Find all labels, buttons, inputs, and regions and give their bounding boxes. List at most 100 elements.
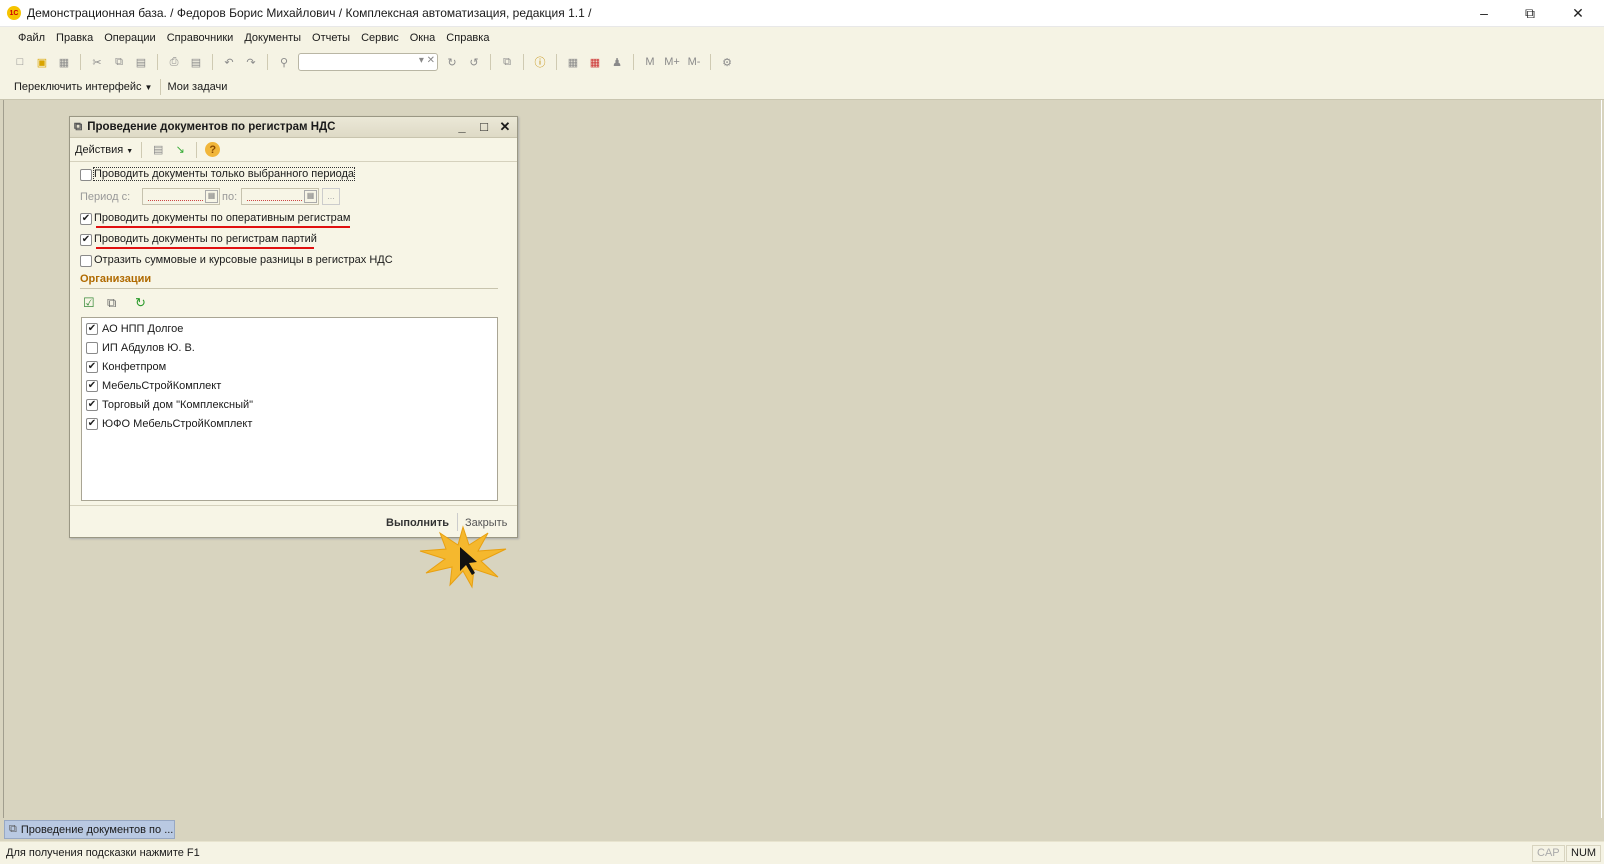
actions-label: Действия <box>75 143 124 156</box>
calendar-icon[interactable]: ▦ <box>587 54 603 70</box>
organizations-list[interactable]: ✔ АО НПП Долгое ИП Абдулов Ю. В. ✔ Конфетп… <box>81 317 498 501</box>
clear-search-icon[interactable]: ▾ ✕ <box>419 55 435 66</box>
copy-icon[interactable]: ⧉ <box>111 54 127 70</box>
dialog-form-icon: ⧉ <box>74 120 83 133</box>
menu-references[interactable]: Справочники <box>167 32 234 44</box>
period-to-input[interactable]: ▦ <box>241 188 319 205</box>
menu-reports[interactable]: Отчеты <box>312 32 350 44</box>
organization-name: МебельСтройКомплект <box>102 380 222 392</box>
period-from-input[interactable]: ▦ <box>142 188 220 205</box>
list-item[interactable]: ✔ Торговый дом "Комплексный" <box>86 396 253 414</box>
batch-registers-label[interactable]: Проводить документы по регистрам партий <box>94 233 317 245</box>
close-window-button[interactable]: ✕ <box>1556 2 1600 24</box>
open-icon[interactable]: ▣ <box>34 54 50 70</box>
organization-name: АО НПП Долгое <box>102 323 184 335</box>
search-next-icon[interactable]: ↻ <box>444 54 460 70</box>
separator <box>196 141 198 158</box>
calendar-icon[interactable]: ▦ <box>304 190 317 203</box>
dialog-titlebar[interactable]: ⧉ Проведение документов по регистрам НДС… <box>70 117 517 138</box>
calculator-icon[interactable]: ▦ <box>565 54 581 70</box>
check-all-icon[interactable]: ☑ <box>83 295 95 311</box>
divider <box>70 505 517 506</box>
separator <box>212 54 213 70</box>
menu-documents[interactable]: Документы <box>244 32 301 44</box>
uncheck-all-icon[interactable]: ⧉ <box>107 295 116 311</box>
info-icon[interactable]: ⓘ <box>532 54 548 70</box>
minimize-button[interactable]: – <box>1462 2 1506 24</box>
divider <box>80 288 498 289</box>
list-item[interactable]: ✔ Конфетпром <box>86 358 166 376</box>
menu-help[interactable]: Справка <box>446 32 489 44</box>
list-item[interactable]: ИП Абдулов Ю. В. <box>86 339 195 357</box>
refresh-icon[interactable]: ↻ <box>135 295 146 311</box>
organization-checkbox[interactable]: ✔ <box>86 380 98 392</box>
actions-menu-button[interactable]: Действия ▼ <box>75 144 133 156</box>
operative-registers-label[interactable]: Проводить документы по оперативным регис… <box>94 212 350 224</box>
settings-icon[interactable]: ▤ <box>150 142 166 158</box>
my-tasks-button[interactable]: Мои задачи <box>167 81 227 93</box>
organization-checkbox[interactable]: ✔ <box>86 418 98 430</box>
organization-checkbox[interactable]: ✔ <box>86 323 98 335</box>
separator <box>523 54 524 70</box>
list-item[interactable]: ✔ МебельСтройКомплект <box>86 377 221 395</box>
only-period-checkbox[interactable] <box>80 169 92 181</box>
users-icon[interactable]: ♟ <box>609 54 625 70</box>
dialog-maximize-button[interactable]: □ <box>475 119 493 135</box>
undo-icon[interactable]: ↶ <box>221 54 237 70</box>
save-icon[interactable]: ▦ <box>56 54 72 70</box>
memory-m-button[interactable]: M <box>642 54 658 70</box>
list-item[interactable]: ✔ ЮФО МебельСтройКомплект <box>86 415 252 433</box>
settings-tools-icon[interactable]: ⚙ <box>719 54 735 70</box>
new-document-icon[interactable]: □ <box>12 54 28 70</box>
load-settings-icon[interactable]: ↘ <box>172 142 188 158</box>
print-icon[interactable]: ⎙ <box>166 54 182 70</box>
menu-service[interactable]: Сервис <box>361 32 399 44</box>
organization-checkbox[interactable]: ✔ <box>86 399 98 411</box>
organization-name: ИП Абдулов Ю. В. <box>102 342 195 354</box>
memory-minus-button[interactable]: M- <box>686 54 702 70</box>
organization-name: ЮФО МебельСтройКомплект <box>102 418 253 430</box>
only-period-label[interactable]: Проводить документы только выбранного пе… <box>92 167 356 181</box>
status-bar: Для получения подсказки нажмите F1 CAP N… <box>0 841 1604 864</box>
help-icon[interactable]: ? <box>205 142 221 157</box>
post-documents-dialog: ⧉ Проведение документов по регистрам НДС… <box>69 116 518 538</box>
menu-edit[interactable]: Правка <box>56 32 93 44</box>
menu-windows[interactable]: Окна <box>410 32 436 44</box>
dialog-minimize-button[interactable]: _ <box>453 119 471 135</box>
switch-interface-button[interactable]: Переключить интерфейс <box>14 81 142 93</box>
restore-button[interactable]: ⧉ <box>1508 2 1552 24</box>
cut-icon[interactable]: ✂ <box>89 54 105 70</box>
exchange-differences-checkbox[interactable] <box>80 255 92 267</box>
search-input[interactable]: ▾ ✕ <box>298 53 438 71</box>
batch-registers-checkbox[interactable]: ✔ <box>80 234 92 246</box>
search-icon[interactable]: ⚲ <box>276 54 292 70</box>
redo-icon[interactable]: ↷ <box>243 54 259 70</box>
menu-bar: Файл Правка Операции Справочники Докумен… <box>0 27 1604 49</box>
window-titlebar: 1С Демонстрационная база. / Федоров Бори… <box>0 0 1604 27</box>
exchange-differences-label[interactable]: Отразить суммовые и курсовые разницы в р… <box>94 254 393 266</box>
menu-operations[interactable]: Операции <box>104 32 155 44</box>
menu-file[interactable]: Файл <box>18 32 45 44</box>
taskbar-window-tab[interactable]: ⧉ Проведение документов по ... <box>4 820 175 839</box>
windows-icon[interactable]: ⧉ <box>499 54 515 70</box>
taskbar-tab-label: Проведение документов по ... <box>20 823 174 836</box>
calendar-icon[interactable]: ▦ <box>205 190 218 203</box>
status-hint: Для получения подсказки нажмите F1 <box>6 847 200 859</box>
separator <box>490 54 491 70</box>
organization-checkbox[interactable]: ✔ <box>86 361 98 373</box>
search-prev-icon[interactable]: ↺ <box>466 54 482 70</box>
list-item[interactable]: ✔ АО НПП Долгое <box>86 320 183 338</box>
dialog-close-button[interactable]: ✕ <box>496 119 514 135</box>
dropdown-arrow-icon[interactable]: ▼ <box>145 83 153 92</box>
period-select-button[interactable]: ... <box>322 188 340 205</box>
separator <box>160 79 162 95</box>
paste-icon[interactable]: ▤ <box>133 54 149 70</box>
memory-plus-button[interactable]: M+ <box>664 54 680 70</box>
separator <box>633 54 634 70</box>
organization-checkbox[interactable] <box>86 342 98 354</box>
operative-registers-checkbox[interactable]: ✔ <box>80 213 92 225</box>
separator <box>141 141 143 158</box>
highlight-underline <box>96 247 314 249</box>
preview-icon[interactable]: ▤ <box>188 54 204 70</box>
dialog-title: Проведение документов по регистрам НДС <box>87 121 336 133</box>
